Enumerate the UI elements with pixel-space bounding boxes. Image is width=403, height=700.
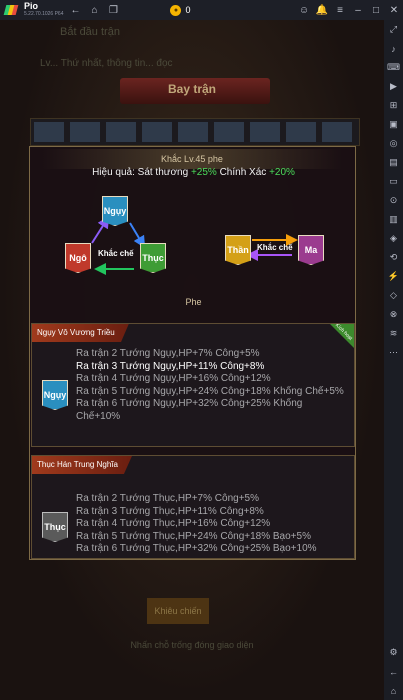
coin-count: 0 xyxy=(185,5,191,15)
faction-card-icon: Thục xyxy=(42,512,68,542)
app-logo-icon xyxy=(3,3,19,17)
counter-diagram: Ngụy Ngô Thục Khắc chế Thần Ma Khắc chế xyxy=(30,183,357,303)
nav-back-icon[interactable]: ← xyxy=(384,662,403,681)
faction-ma-banner: Ma xyxy=(298,235,324,265)
challenge-button[interactable]: Khiêu chiến xyxy=(147,598,209,624)
active-badge: Kích hoạt xyxy=(330,324,354,348)
keyboard-icon[interactable]: ⌨ xyxy=(384,58,403,77)
bonus-line: Ra trận 6 Tướng Ngụy,HP+32% Công+25% Khố… xyxy=(76,398,303,422)
location-icon[interactable]: ⊙ xyxy=(384,191,403,210)
sync-icon[interactable]: ⊗ xyxy=(384,305,403,324)
home-icon[interactable]: ⌂ xyxy=(87,3,101,17)
faction-ngo-banner: Ngô xyxy=(65,243,91,273)
hero-slot xyxy=(34,122,64,142)
card-title: Ngụy Vô Vương Triều xyxy=(32,324,129,342)
faction-card-thuc: Thục Hán Trung Nghĩa Thục Ra trận 2 Tướn… xyxy=(31,455,355,559)
window-titlebar: Pio 5.22.70.1026 P64 ← ⌂ ❐ ● 0 ☺ 🔔 ≡ – □… xyxy=(0,0,403,20)
app-name: Pio xyxy=(24,1,39,11)
bonus-list: Ra trận 2 Tướng Thục,HP+7% Công+5% Ra tr… xyxy=(76,493,348,556)
background-subtext: Lv... Thứ nhất, thông tin... đọc xyxy=(40,58,173,69)
notification-icon[interactable]: 🔔 xyxy=(315,3,329,17)
maximize-icon[interactable]: □ xyxy=(369,3,383,17)
coin-icon: ● xyxy=(170,4,182,16)
hero-slot xyxy=(142,122,172,142)
faction-card-icon: Ngụy xyxy=(42,380,68,410)
minimize-icon[interactable]: – xyxy=(351,3,365,17)
game-viewport[interactable]: Bắt đầu trận Lv... Thứ nhất, thông tin..… xyxy=(0,20,384,700)
app-name-block: Pio 5.22.70.1026 P64 xyxy=(24,2,63,18)
effect-damage-bonus: +25% xyxy=(190,167,217,178)
right-counter-label: Khắc chế xyxy=(257,243,293,252)
bonus-line: Ra trận 4 Tướng Thục,HP+16% Công+12% xyxy=(76,518,271,529)
hero-slot xyxy=(178,122,208,142)
effect-label: Hiệu quả: Sát thương xyxy=(92,167,189,178)
app-version: 5.22.70.1026 P64 xyxy=(24,11,64,17)
screenshot-icon[interactable]: ◎ xyxy=(384,134,403,153)
modal-header: Khắc Lv.45 phe xyxy=(42,149,342,169)
fullscreen-icon[interactable]: ⤢ xyxy=(384,20,403,39)
faction-section-label: Phe xyxy=(185,297,202,307)
nav-home-icon[interactable]: ⌂ xyxy=(384,681,403,700)
settings-icon[interactable]: ⚙ xyxy=(384,643,403,662)
account-icon[interactable]: ☺ xyxy=(297,3,311,17)
background-title: Bay trận xyxy=(167,82,217,96)
stats-icon[interactable]: ▥ xyxy=(384,210,403,229)
bonus-line-active: Ra trận 3 Tướng Ngụy,HP+11% Công+8% xyxy=(76,360,265,372)
card-title: Thục Hán Trung Nghĩa xyxy=(32,456,132,474)
eco-icon[interactable]: ⚡ xyxy=(384,267,403,286)
layers-icon[interactable]: ≋ xyxy=(384,324,403,343)
hero-slot xyxy=(214,122,244,142)
effect-accuracy-bonus: +20% xyxy=(269,167,295,178)
faction-modal: Khắc Lv.45 phe Hiệu quả: Sát thương +25%… xyxy=(29,146,356,560)
multi-window-icon[interactable]: ❐ xyxy=(106,3,120,17)
hero-slot xyxy=(250,122,280,142)
hero-slot xyxy=(70,122,100,142)
faction-thuc-banner: Thục xyxy=(140,243,166,273)
folder-icon[interactable]: ▭ xyxy=(384,172,403,191)
active-badge-text: Kích hoạt xyxy=(333,322,354,342)
bonus-line: Ra trận 2 Tướng Thục,HP+7% Công+5% xyxy=(76,493,259,504)
shake-icon[interactable]: ◈ xyxy=(384,229,403,248)
hero-slot xyxy=(286,122,316,142)
left-counter-label: Khắc chế xyxy=(98,249,134,258)
effect-accuracy-label: Chính Xác xyxy=(219,167,267,178)
camera-icon[interactable]: ▤ xyxy=(384,153,403,172)
sound-icon[interactable]: ♪ xyxy=(384,39,403,58)
bonus-line: Ra trận 6 Tướng Thục,HP+32% Công+25% Bạo… xyxy=(76,543,317,554)
bonus-line: Ra trận 2 Tướng Ngụy,HP+7% Công+5% xyxy=(76,348,260,359)
gamepad-icon[interactable]: ⊞ xyxy=(384,96,403,115)
menu-icon[interactable]: ≡ xyxy=(333,3,347,17)
back-icon[interactable]: ← xyxy=(68,3,82,17)
play-icon[interactable]: ▶ xyxy=(384,77,403,96)
bonus-line: Ra trận 3 Tướng Thục,HP+11% Công+8% xyxy=(76,505,264,517)
close-icon[interactable]: ✕ xyxy=(387,3,401,17)
rotate-icon[interactable]: ⟲ xyxy=(384,248,403,267)
hero-slot xyxy=(106,122,136,142)
faction-card-nguy: Ngụy Vô Vương Triều Kích hoạt Ngụy Ra tr… xyxy=(31,323,355,447)
emulator-sidebar: ⤢ ♪ ⌨ ▶ ⊞ ▣ ◎ ▤ ▭ ⊙ ▥ ◈ ⟲ ⚡ ◇ ⊗ ≋ ⋯ ⚙ ← … xyxy=(384,20,403,700)
window-controls: ☺ 🔔 ≡ – □ ✕ xyxy=(297,3,401,17)
bonus-line: Ra trận 4 Tướng Ngụy,HP+16% Công+12% xyxy=(76,373,271,384)
macro-icon[interactable]: ◇ xyxy=(384,286,403,305)
coin-counter[interactable]: ● 0 xyxy=(170,4,191,16)
bonus-line: Ra trận 5 Tướng Ngụy,HP+24% Công+18% Khố… xyxy=(76,385,344,397)
faction-nguy-banner: Ngụy xyxy=(102,196,128,226)
close-hint: Nhấn chỗ trống đóng giao diện xyxy=(130,640,254,650)
sidebar-spacer xyxy=(384,362,403,643)
more-icon[interactable]: ⋯ xyxy=(384,343,403,362)
background-text: Bắt đầu trận xyxy=(60,26,120,38)
bonus-list: Ra trận 2 Tướng Ngụy,HP+7% Công+5% Ra tr… xyxy=(76,348,348,423)
effect-line: Hiệu quả: Sát thương +25% Chính Xác +20% xyxy=(30,167,357,178)
faction-than-banner: Thần xyxy=(225,235,251,265)
hero-slot xyxy=(322,122,352,142)
apk-icon[interactable]: ▣ xyxy=(384,115,403,134)
background-hero-strip xyxy=(30,118,360,146)
bonus-line: Ra trận 5 Tướng Thục,HP+24% Công+18% Bạo… xyxy=(76,530,311,542)
